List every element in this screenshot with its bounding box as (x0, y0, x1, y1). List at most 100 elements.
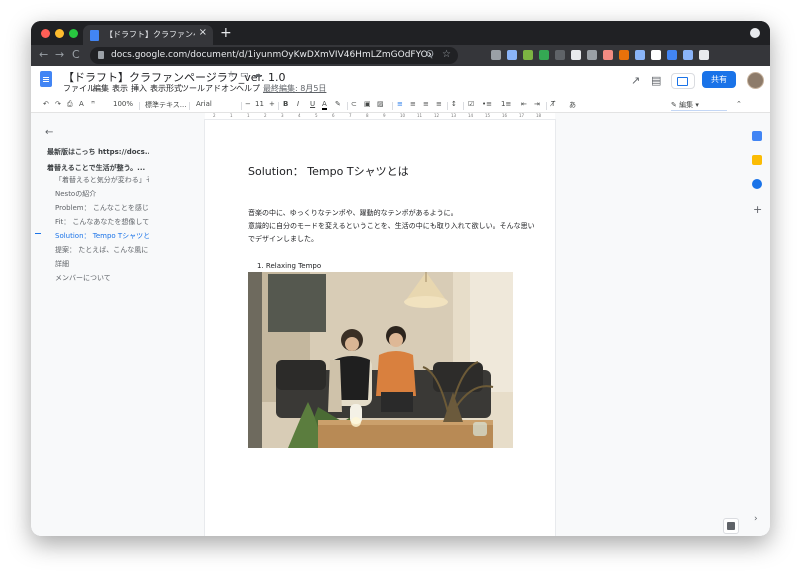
explore-icon[interactable] (723, 518, 739, 534)
font-size-increase-button[interactable]: + (269, 100, 275, 108)
close-outline-button[interactable]: ← (45, 127, 53, 138)
underline-button[interactable]: U (310, 100, 315, 108)
italic-button[interactable]: I (297, 100, 299, 108)
checklist-icon[interactable]: ☑ (468, 100, 474, 108)
add-ons-plus-icon[interactable]: + (753, 203, 762, 216)
document-page[interactable]: Solution： Tempo Tシャツとは 音楽の中に、ゆっくりなテンポや、躍… (205, 120, 555, 536)
collapse-menus-icon[interactable]: ⌃ (736, 100, 742, 108)
back-button[interactable]: ← (39, 48, 48, 61)
tab-close-icon[interactable]: × (199, 27, 207, 38)
meet-present-button[interactable] (671, 73, 695, 89)
align-left-icon[interactable]: ≡ (397, 100, 403, 108)
input-tools-button[interactable]: あ (569, 100, 576, 110)
paint-format-icon[interactable]: ꟸ (91, 100, 95, 108)
tasks-icon[interactable] (752, 179, 762, 189)
style-select[interactable]: 標準テキス... (145, 100, 186, 110)
extension-icon[interactable] (619, 50, 629, 60)
extension-icon[interactable] (587, 50, 597, 60)
bold-button[interactable]: B (283, 100, 288, 108)
align-center-icon[interactable]: ≡ (410, 100, 416, 108)
horizontal-ruler[interactable]: 2 1 1 2 3 4 5 6 7 8 9 10 11 12 13 14 15 16 17 18 (205, 113, 555, 120)
align-justify-icon[interactable]: ≡ (436, 100, 442, 108)
extension-icon[interactable] (683, 50, 693, 60)
outline-item[interactable]: Solution： Tempo Tシャツとは (55, 231, 149, 241)
lifestyle-photo[interactable] (248, 272, 513, 448)
bookmark-star-icon[interactable]: ☆ (442, 49, 451, 60)
docs-logo-icon[interactable] (40, 71, 52, 87)
menu-format[interactable]: 表示形式 (150, 83, 182, 94)
keep-icon[interactable] (752, 155, 762, 165)
paragraph-line[interactable]: 音楽の中に、ゆっくりなテンポや、躍動的なテンポがあるように。 (248, 208, 458, 218)
outline-item[interactable]: Nestoの紹介 (55, 189, 149, 199)
tab-search-icon[interactable] (750, 28, 760, 38)
extension-icon[interactable] (651, 50, 661, 60)
menu-insert[interactable]: 挿入 (131, 83, 147, 94)
menu-addons[interactable]: アドオン (205, 83, 237, 94)
minimize-window-button[interactable] (55, 29, 64, 38)
extension-icon[interactable] (555, 50, 565, 60)
redo-icon[interactable]: ↷ (55, 100, 61, 108)
extension-icon[interactable] (491, 50, 501, 60)
calendar-icon[interactable] (752, 131, 762, 141)
new-tab-button[interactable]: + (220, 25, 232, 41)
image-icon[interactable]: ▨ (377, 100, 384, 108)
last-edit-link[interactable]: 最終編集: 8月5日 (263, 83, 326, 94)
reload-button[interactable]: C (72, 48, 80, 61)
font-size-input[interactable]: 11 (255, 100, 264, 108)
share-button[interactable]: 共有 (702, 71, 736, 88)
editing-mode-select[interactable]: ✎ 編集 ▾ (671, 100, 727, 111)
section-heading[interactable]: Solution： Tempo Tシャツとは (248, 163, 409, 179)
forward-button[interactable]: → (55, 48, 64, 61)
font-size-decrease-button[interactable]: − (245, 100, 251, 108)
text-color-button[interactable]: A (322, 100, 327, 110)
numbered-list-item[interactable]: 1. Relaxing Tempo (257, 262, 321, 270)
url-text[interactable]: docs.google.com/document/d/1iyunmOyKwDXm… (111, 50, 431, 60)
spellcheck-icon[interactable]: A (79, 100, 84, 108)
extension-icon[interactable] (603, 50, 613, 60)
extension-icon[interactable] (539, 50, 549, 60)
outline-item[interactable]: 詳細 (55, 259, 149, 269)
extension-icon[interactable] (523, 50, 533, 60)
show-side-panel-chevron-icon[interactable]: › (754, 514, 758, 524)
extension-icon[interactable] (699, 50, 709, 60)
outline-item[interactable]: 着替えることで生活が整う。... (47, 163, 149, 173)
search-icon[interactable]: Q (426, 49, 434, 60)
bulleted-list-icon[interactable]: •≡ (482, 100, 492, 108)
decrease-indent-icon[interactable]: ⇤ (521, 100, 527, 108)
undo-icon[interactable]: ↶ (43, 100, 49, 108)
menu-edit[interactable]: 編集 (93, 83, 109, 94)
link-icon[interactable]: ⊂ (351, 100, 357, 108)
comment-history-icon[interactable]: ▤ (651, 74, 661, 87)
omnibox[interactable]: docs.google.com/document/d/1iyunmOyKwDXm… (90, 47, 458, 64)
close-window-button[interactable] (41, 29, 50, 38)
extension-icon[interactable] (635, 50, 645, 60)
outline-item[interactable]: 「着替えると気分が変わる」そ... (55, 175, 149, 185)
line-spacing-icon[interactable]: ↕ (451, 100, 457, 108)
paragraph-line[interactable]: でデザインしました。 (248, 234, 318, 244)
activity-trend-icon[interactable]: ↗ (631, 74, 640, 87)
star-icon[interactable]: ☆ (227, 70, 235, 80)
menu-tools[interactable]: ツール (181, 83, 205, 94)
zoom-select[interactable]: 100% (113, 100, 133, 108)
browser-tab[interactable]: 【ドラフト】クラファンページラ × (83, 25, 213, 45)
outline-item[interactable]: 提案： たとえば、こんな風に... (55, 245, 149, 255)
menu-file[interactable]: ファイル (63, 83, 95, 94)
extension-icon[interactable] (667, 50, 677, 60)
increase-indent-icon[interactable]: ⇥ (534, 100, 540, 108)
extension-icon[interactable] (507, 50, 517, 60)
align-right-icon[interactable]: ≡ (423, 100, 429, 108)
extension-icon[interactable] (571, 50, 581, 60)
zoom-window-button[interactable] (69, 29, 78, 38)
paragraph-line[interactable]: 意識的に自分のモードを変えるということを、生活の中にも取り入れて欲しい。そんな思… (248, 221, 535, 231)
font-select[interactable]: Arial (196, 100, 212, 108)
print-icon[interactable]: ⎙ (67, 100, 73, 109)
move-folder-icon[interactable]: ▭ (240, 70, 249, 80)
comment-icon[interactable]: ▣ (364, 100, 371, 108)
menu-view[interactable]: 表示 (112, 83, 128, 94)
menu-help[interactable]: ヘルプ (236, 83, 260, 94)
outline-item[interactable]: Fit： こんなあなたを想像して... (55, 217, 149, 227)
account-avatar[interactable] (747, 72, 764, 89)
numbered-list-icon[interactable]: 1≡ (501, 100, 511, 108)
highlight-icon[interactable]: ✎ (335, 100, 341, 108)
outline-item[interactable]: 最新版はこっち https://docs... (47, 147, 149, 157)
